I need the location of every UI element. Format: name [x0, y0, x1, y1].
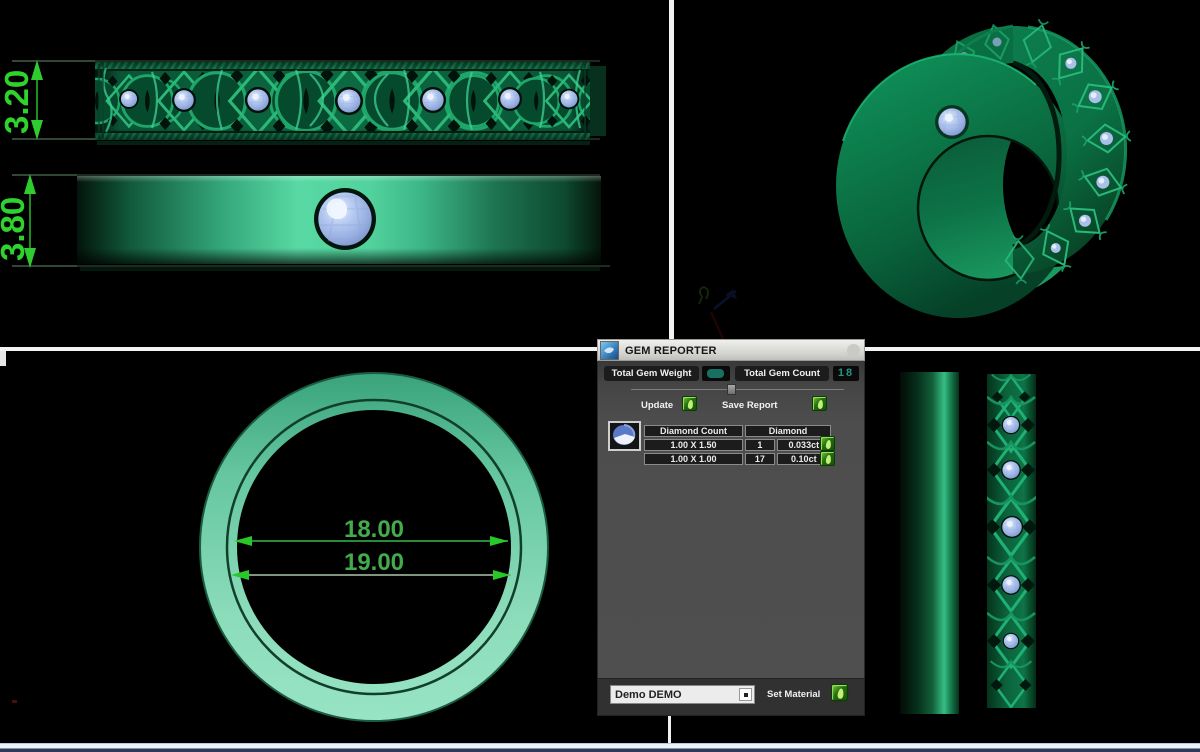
- svg-text:18.00: 18.00: [344, 516, 404, 543]
- svg-text:3.80: 3.80: [0, 197, 31, 261]
- svg-text:19.00: 19.00: [344, 549, 404, 576]
- svg-text:3.20: 3.20: [0, 70, 35, 134]
